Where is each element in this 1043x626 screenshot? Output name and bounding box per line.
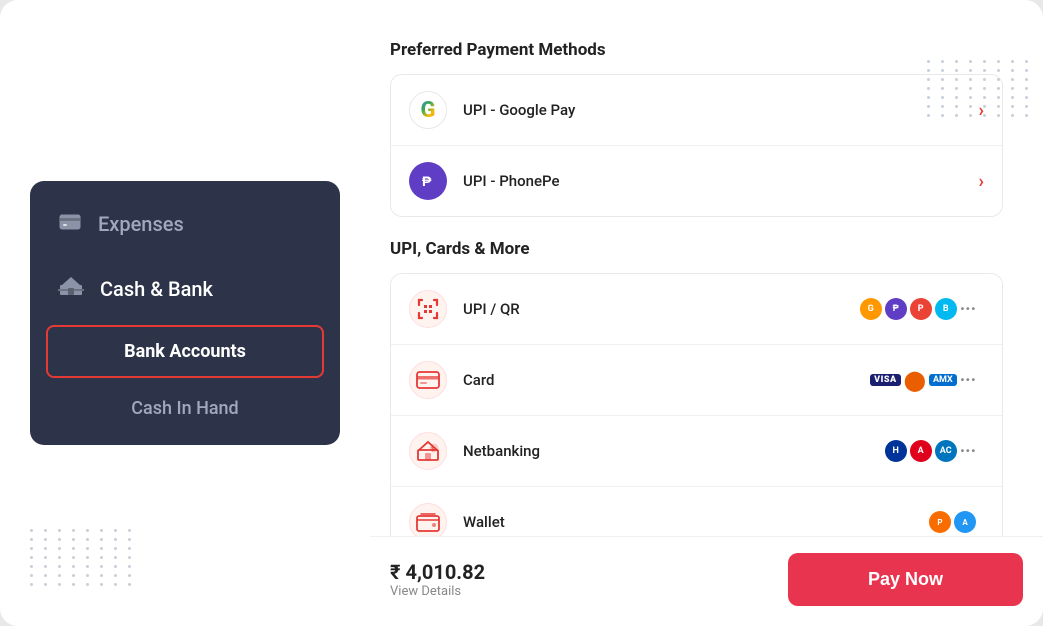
phonepe-chevron-icon: › [979,171,984,192]
phonepe-label: UPI - PhonePe [463,172,979,190]
svg-text:₱: ₱ [422,173,432,189]
netbanking-item[interactable]: $ Netbanking H A AC ··· [391,416,1002,487]
netbanking-icon: $ [409,432,447,470]
main-card: Expenses Cash & Bank Bank Accounts [0,0,1043,626]
preferred-title: Preferred Payment Methods [390,40,1003,60]
expenses-icon [58,209,82,239]
view-details-link[interactable]: View Details [390,584,788,599]
preferred-section: Preferred Payment Methods G UPI - Google… [390,40,1003,239]
upi-brand-icons: G ₱ P B ··· [860,298,976,320]
cash-bank-label: Cash & Bank [100,277,213,301]
netbanking-brand-icons: H A AC ··· [885,440,976,462]
gpay-label: UPI - Google Pay [463,101,979,119]
gpay-item[interactable]: G UPI - Google Pay › [391,75,1002,146]
dot-pattern-bottomleft: for(let i=0;i<56;i++) document.write('<d… [30,529,136,586]
netbanking-label: Netbanking [463,442,885,460]
wallet-label: Wallet [463,513,929,531]
card-brand-icons: VISA ⬤ AMX ··· [870,368,976,392]
phonepe-icon: ₱ [409,162,447,200]
svg-text:$: $ [431,446,435,453]
sidebar-item-cash-bank[interactable]: Cash & Bank [30,257,340,321]
upi-section: UPI, Cards & More [390,239,1003,580]
sidebar-subitem-cash-in-hand[interactable]: Cash In Hand [30,382,340,435]
sidebar: Expenses Cash & Bank Bank Accounts [0,0,370,626]
upi-qr-item[interactable]: UPI / QR G ₱ P B ··· [391,274,1002,345]
pay-now-button[interactable]: Pay Now [788,553,1023,606]
amount-value: ₹ 4,010.82 [390,560,788,584]
bank-accounts-label: Bank Accounts [124,341,246,362]
upi-more-icon: ··· [960,299,976,320]
cash-in-hand-label: Cash In Hand [131,398,238,419]
upi-list: UPI / QR G ₱ P B ··· [390,273,1003,558]
upi-title: UPI, Cards & More [390,239,1003,259]
sidebar-menu: Expenses Cash & Bank Bank Accounts [30,181,340,445]
right-panel: for(let i=0;i<56;i++) document.write('<d… [370,0,1043,626]
sidebar-item-expenses[interactable]: Expenses [30,191,340,257]
cash-bank-icon [58,275,84,303]
bottom-bar: ₹ 4,010.82 View Details Pay Now [370,536,1043,626]
gpay-icon: G [409,91,447,129]
amount-section: ₹ 4,010.82 View Details [390,560,788,599]
wallet-brand-icons: P A [929,511,976,533]
upi-qr-icon [409,290,447,328]
expenses-label: Expenses [98,212,184,236]
dot-pattern-topright: for(let i=0;i<56;i++) document.write('<d… [927,60,1033,117]
upi-qr-label: UPI / QR [463,300,860,318]
phonepe-item[interactable]: ₱ UPI - PhonePe › [391,146,1002,216]
card-icon [409,361,447,399]
card-item[interactable]: Card VISA ⬤ AMX ··· [391,345,1002,416]
mastercard-icon: ⬤ [904,368,926,392]
card-label: Card [463,371,870,389]
preferred-list: G UPI - Google Pay › ₱ UPI - PhonePe › [390,74,1003,217]
sidebar-subitem-bank-accounts[interactable]: Bank Accounts [46,325,324,378]
